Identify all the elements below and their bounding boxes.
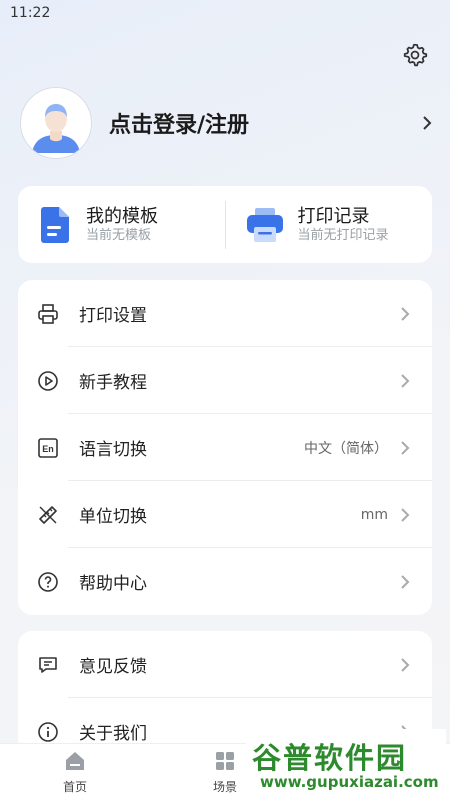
menu-label: 新手教程: [79, 373, 147, 393]
chevron-right-icon: [401, 373, 410, 388]
grid-icon: [216, 752, 234, 770]
print-records-title: 打印记录: [297, 206, 370, 227]
home-icon: [66, 752, 84, 770]
status-time: 11:22: [10, 5, 51, 21]
settings-gear-icon[interactable]: [402, 42, 428, 68]
menu-item-print-settings[interactable]: 打印设置: [18, 280, 432, 347]
menu-label: 单位切换: [79, 507, 147, 527]
chevron-right-icon: [401, 306, 410, 321]
menu-label: 帮助中心: [79, 574, 147, 594]
feedback-icon: [39, 656, 57, 673]
my-templates-title: 我的模板: [86, 206, 158, 227]
profile-login-row[interactable]: 点击登录/注册: [20, 87, 432, 159]
chevron-right-icon: [423, 116, 432, 130]
chevron-right-icon: [401, 657, 410, 672]
chevron-right-icon: [401, 574, 410, 589]
menu-item-unit[interactable]: 单位切换 mm: [18, 481, 432, 548]
menu-item-feedback[interactable]: 意见反馈: [18, 631, 432, 698]
my-templates-subtitle: 当前无模板: [86, 228, 152, 243]
printer-icon: [38, 303, 58, 324]
help-icon: [38, 571, 58, 592]
menu-item-help[interactable]: 帮助中心: [18, 548, 432, 615]
watermark-title: 谷普软件园: [252, 741, 408, 775]
printer-records-icon: [246, 207, 283, 242]
login-register-link[interactable]: 点击登录/注册: [109, 107, 422, 139]
play-icon: [38, 370, 58, 391]
menu-item-tutorial[interactable]: 新手教程: [18, 347, 432, 414]
menu-item-language[interactable]: En 语言切换 中文（简体）: [18, 414, 432, 481]
menu-label: 打印设置: [79, 306, 147, 326]
template-document-icon: [41, 206, 69, 243]
print-records-button[interactable]: 打印记录 当前无打印记录: [226, 206, 433, 243]
my-templates-button[interactable]: 我的模板 当前无模板: [18, 206, 225, 244]
watermark-logo: 谷普软件园 www.gupuxiazai.com: [246, 729, 446, 797]
language-value: 中文（简体）: [304, 440, 388, 457]
tab-home[interactable]: 首页: [35, 750, 115, 795]
watermark-url: www.gupuxiazai.com: [260, 773, 439, 791]
print-records-subtitle: 当前无打印记录: [297, 228, 389, 243]
info-icon: [38, 721, 58, 742]
chevron-right-icon: [401, 507, 410, 522]
menu-label: 意见反馈: [79, 657, 147, 677]
svg-text:En: En: [42, 444, 54, 454]
settings-menu-card: 打印设置 新手教程 En 语言切换 中文（简体） 单位切换 mm 帮助中心: [18, 280, 432, 615]
ruler-icon: [39, 505, 57, 524]
menu-label: 语言切换: [79, 440, 147, 460]
quick-access-card: 我的模板 当前无模板 打印记录 当前无打印记录: [18, 186, 432, 263]
unit-value: mm: [360, 506, 388, 523]
tab-label: 首页: [62, 780, 87, 794]
chevron-right-icon: [401, 440, 410, 455]
language-icon: En: [38, 437, 58, 458]
avatar[interactable]: [20, 87, 92, 159]
user-avatar-icon: [32, 104, 80, 153]
